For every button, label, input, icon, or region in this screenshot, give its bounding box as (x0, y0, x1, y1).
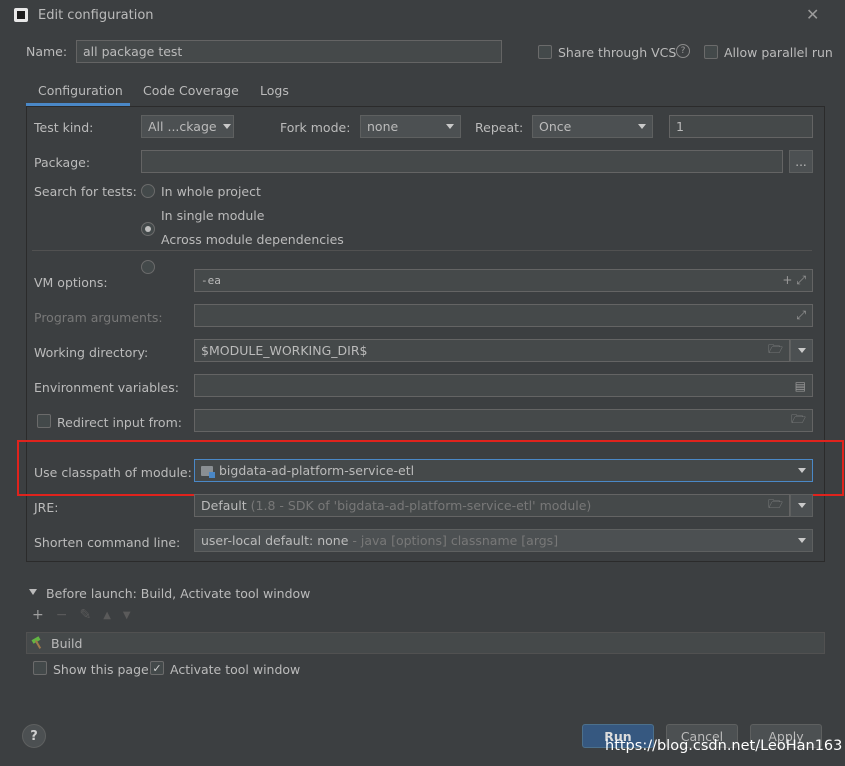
tab-logs[interactable]: Logs (260, 80, 289, 106)
radio-across-dependencies-label: Across module dependencies (161, 232, 344, 247)
activate-tool-window-checkbox[interactable]: ✓ (150, 661, 164, 675)
remove-icon[interactable]: − (56, 607, 68, 623)
name-input[interactable]: all package test (76, 40, 502, 63)
repeat-value: Once (539, 119, 572, 134)
test-kind-label: Test kind: (34, 120, 94, 135)
working-directory-input[interactable]: $MODULE_WORKING_DIR$ 🗁 (194, 339, 790, 362)
shorten-command-line-value: user-local default: none (201, 533, 349, 548)
before-launch-toolbar: + − ✎ ▲ ▼ (32, 607, 131, 623)
vm-options-label: VM options: (34, 275, 108, 290)
chevron-down-icon (798, 538, 806, 543)
redirect-input-label: Redirect input from: (57, 415, 182, 430)
activate-tool-window-label: Activate tool window (170, 662, 301, 677)
plus-icon[interactable]: + (782, 273, 792, 288)
package-input[interactable] (141, 150, 783, 173)
vm-options-input[interactable]: -ea + ⤢ (194, 269, 813, 292)
environment-variables-input[interactable]: ▤ (194, 374, 813, 397)
jre-label: JRE: (34, 500, 59, 515)
name-label: Name: (26, 44, 68, 59)
folder-icon[interactable]: 🗁 (768, 340, 783, 361)
fork-mode-select[interactable]: none (360, 115, 461, 138)
radio-across-dependencies[interactable] (141, 260, 155, 274)
move-up-icon[interactable]: ▲ (103, 610, 111, 621)
watermark-text: https://blog.csdn.net/LeoHan163 (605, 738, 843, 754)
package-browse-button[interactable]: ... (789, 150, 813, 173)
package-label: Package: (34, 155, 91, 170)
tab-configuration-label: Configuration (38, 83, 123, 98)
fork-mode-label: Fork mode: (280, 120, 351, 135)
shorten-command-line-label: Shorten command line: (34, 535, 181, 550)
chevron-down-icon (222, 124, 231, 129)
tab-logs-label: Logs (260, 83, 289, 98)
fork-mode-value: none (367, 119, 399, 134)
close-icon[interactable]: ✕ (806, 5, 819, 24)
program-arguments-label: Program arguments: (34, 310, 163, 325)
section-divider (32, 250, 812, 251)
jre-value: Default (201, 498, 247, 513)
share-vcs-label: Share through VCS (558, 45, 677, 60)
working-directory-label: Working directory: (34, 345, 149, 360)
search-for-tests-label: Search for tests: (34, 184, 137, 199)
chevron-down-icon (446, 124, 454, 129)
add-icon[interactable]: + (32, 607, 44, 623)
expand-icon[interactable]: ⤢ (796, 273, 806, 288)
intellij-app-icon (14, 8, 28, 22)
environment-variables-label: Environment variables: (34, 380, 179, 395)
shorten-command-line-select[interactable]: user-local default: none - java [options… (194, 529, 813, 552)
expand-icon[interactable]: ⤢ (796, 308, 806, 323)
folder-icon[interactable]: 🗁 (791, 410, 806, 431)
hammer-icon (31, 637, 45, 649)
radio-single-module-label: In single module (161, 208, 265, 223)
edit-icon[interactable]: ✎ (79, 607, 91, 623)
chevron-down-icon (638, 124, 646, 129)
document-icon[interactable]: ▤ (795, 379, 806, 393)
highlight-annotation-box (17, 440, 844, 496)
repeat-label: Repeat: (475, 120, 524, 135)
repeat-count-value: 1 (676, 119, 684, 134)
tab-configuration[interactable]: Configuration (26, 80, 130, 106)
jre-hint: (1.8 - SDK of 'bigdata-ad-platform-servi… (250, 498, 592, 513)
working-directory-value: $MODULE_WORKING_DIR$ (201, 343, 368, 358)
shorten-command-line-hint: - java [options] classname [args] (352, 533, 559, 548)
name-input-value: all package test (83, 44, 183, 59)
program-arguments-input[interactable]: ⤢ (194, 304, 813, 327)
tab-code-coverage[interactable]: Code Coverage (143, 80, 239, 106)
help-button[interactable]: ? (22, 724, 46, 748)
chevron-down-icon (797, 348, 806, 353)
chevron-down-icon (797, 503, 806, 508)
window-title: Edit configuration (38, 8, 154, 23)
test-kind-value: All ...ckage (148, 119, 217, 134)
jre-dropdown[interactable] (790, 494, 813, 517)
show-page-label: Show this page (53, 662, 149, 677)
show-page-checkbox[interactable] (33, 661, 47, 675)
radio-whole-project-label: In whole project (161, 184, 261, 199)
allow-parallel-checkbox[interactable] (704, 45, 718, 59)
repeat-select[interactable]: Once (532, 115, 653, 138)
working-directory-dropdown[interactable] (790, 339, 813, 362)
vm-options-value: -ea (201, 274, 221, 287)
redirect-input-field[interactable]: 🗁 (194, 409, 813, 432)
repeat-count-input[interactable]: 1 (669, 115, 813, 138)
before-launch-title: Before launch: Build, Activate tool wind… (46, 586, 311, 601)
share-vcs-checkbox[interactable] (538, 45, 552, 59)
jre-input[interactable]: Default (1.8 - SDK of 'bigdata-ad-platfo… (194, 494, 790, 517)
before-launch-list: Build (26, 632, 825, 654)
tab-code-coverage-label: Code Coverage (143, 83, 239, 98)
redirect-input-checkbox[interactable] (37, 414, 51, 428)
move-down-icon[interactable]: ▼ (123, 610, 131, 621)
folder-icon[interactable]: 🗁 (768, 495, 783, 516)
radio-single-module[interactable] (141, 222, 155, 236)
radio-whole-project[interactable] (141, 184, 155, 198)
list-item[interactable]: Build (51, 636, 82, 651)
collapse-triangle-icon[interactable] (29, 589, 37, 595)
help-circle-icon[interactable]: ? (676, 44, 690, 58)
test-kind-select[interactable]: All ...ckage (141, 115, 234, 138)
allow-parallel-label: Allow parallel run (724, 45, 833, 60)
